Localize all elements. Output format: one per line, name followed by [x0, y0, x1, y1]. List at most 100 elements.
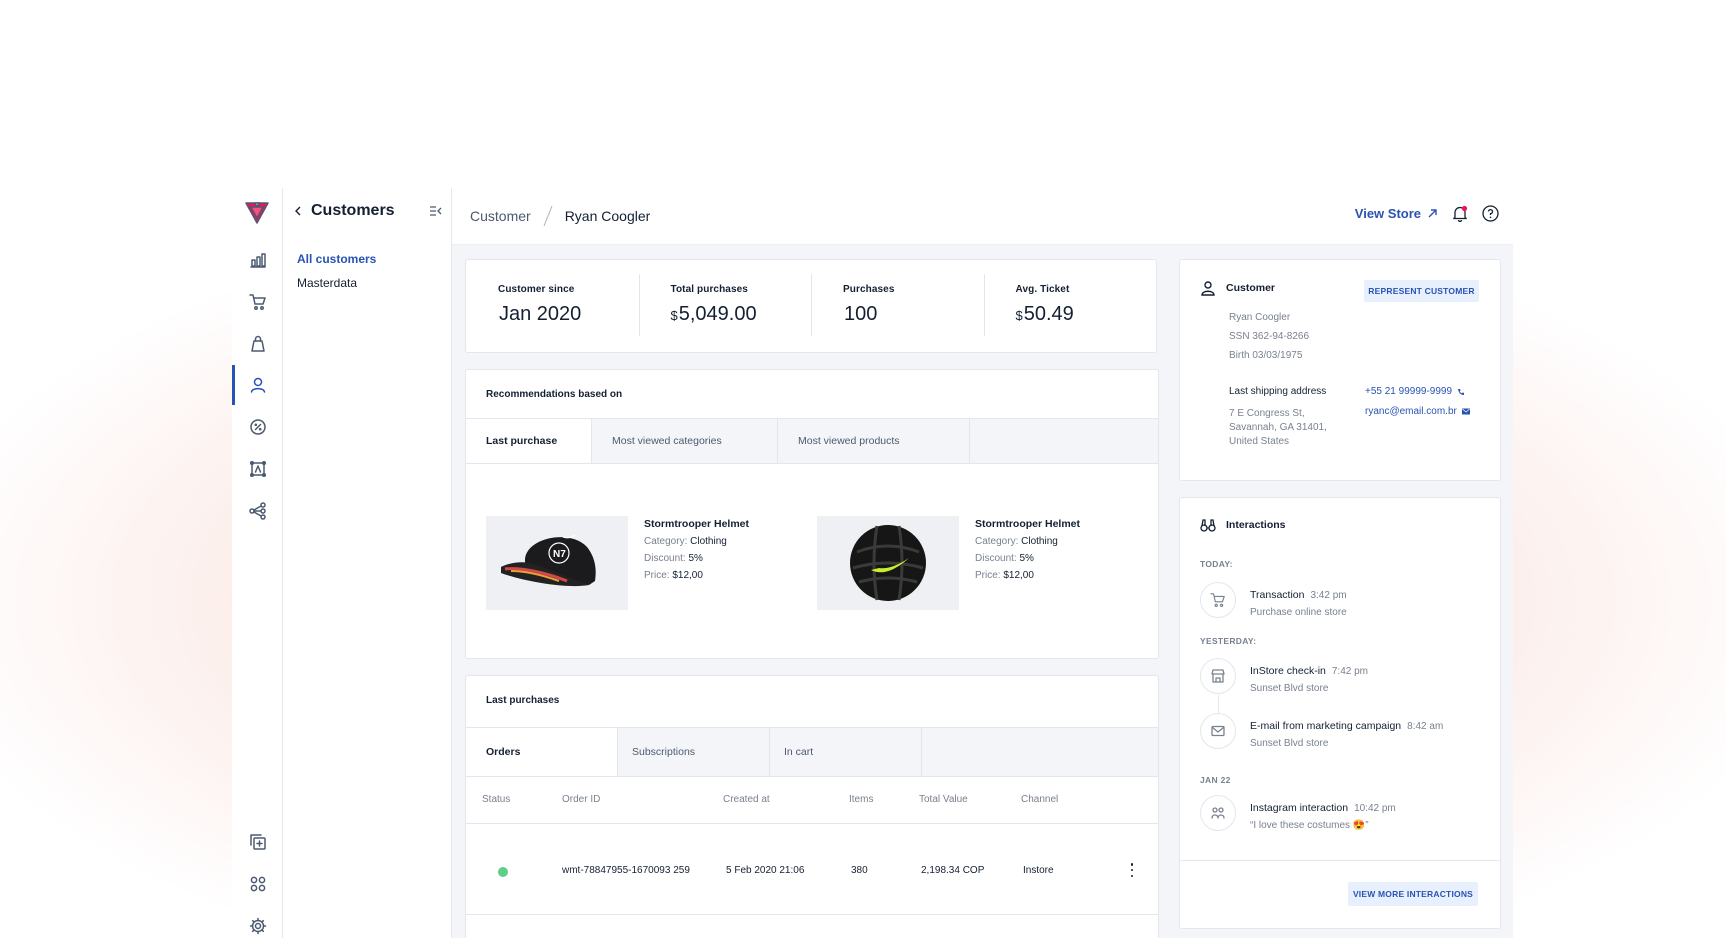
app-window: Customers All customers Masterdata Custo… — [232, 188, 1513, 938]
logo-icon[interactable] — [245, 202, 269, 229]
tab-most-viewed-products[interactable]: Most viewed products — [778, 419, 970, 463]
column-total-value: Total Value — [919, 794, 968, 805]
stat-label: Purchases — [843, 284, 895, 295]
icon-rail — [232, 188, 283, 938]
mail-icon — [1200, 713, 1236, 749]
mail-icon — [1461, 408, 1470, 415]
last-purchases-title: Last purchases — [486, 695, 560, 706]
tab-orders[interactable]: Orders — [466, 728, 618, 776]
product-card[interactable]: Stormtrooper Helmet Category: Clothing D… — [817, 516, 1080, 610]
interaction-subtitle: Sunset Blvd store — [1250, 683, 1329, 694]
order-created-at: 5 Feb 2020 21:06 — [726, 865, 805, 876]
help-icon[interactable] — [1482, 205, 1499, 222]
notification-bell-icon[interactable] — [1452, 205, 1468, 222]
customer-card-header: Customer — [1200, 280, 1275, 296]
product-category: Category: Clothing — [644, 536, 727, 547]
interaction-title: Transaction — [1250, 589, 1305, 601]
column-created-at: Created at — [723, 794, 770, 805]
catalog-icon[interactable] — [232, 449, 283, 489]
shipping-address: 7 E Congress St, Savannah, GA 31401, Uni… — [1229, 408, 1327, 447]
view-store-label: View Store — [1354, 206, 1421, 221]
stat-value: $50.49 — [1015, 303, 1074, 325]
order-id: wmt-78847955-1670093 259 — [562, 865, 690, 876]
interactions-footer — [1180, 860, 1500, 861]
sub-navigation: Customers All customers Masterdata — [283, 188, 452, 938]
column-items: Items — [849, 794, 874, 805]
stat-label: Customer since — [498, 284, 575, 295]
status-indicator — [498, 867, 508, 877]
dashboard-icon[interactable] — [232, 240, 283, 280]
tab-subscriptions[interactable]: Subscriptions — [618, 728, 770, 776]
interaction-item[interactable]: InStore check-in 7:42 pm Sunset Blvd store — [1200, 658, 1368, 694]
customer-phone-link[interactable]: +55 21 99999-9999 — [1365, 386, 1465, 397]
view-store-link[interactable]: View Store — [1355, 206, 1438, 221]
product-discount: Discount: 5% — [975, 553, 1034, 564]
last-purchases-card: Last purchases Orders Subscriptions In c… — [465, 675, 1159, 938]
product-name: Stormtrooper Helmet — [644, 518, 750, 530]
subnav-link-all-customers[interactable]: All customers — [297, 252, 376, 266]
interaction-title: Instagram interaction — [1250, 802, 1349, 814]
tab-most-viewed-categories[interactable]: Most viewed categories — [592, 419, 778, 463]
interaction-item[interactable]: E-mail from marketing campaign 8:42 am Sun… — [1200, 713, 1443, 749]
purchases-tabs: Orders Subscriptions In cart — [466, 727, 1158, 777]
cart-icon[interactable] — [232, 282, 283, 322]
breadcrumb-customer[interactable]: Customer — [470, 208, 531, 224]
customer-email-link[interactable]: ryanc@email.com.br — [1365, 406, 1470, 417]
row-menu-icon[interactable] — [1130, 863, 1134, 877]
interaction-subtitle: “I love these costumes 😍” — [1250, 820, 1369, 831]
interaction-item[interactable]: Transaction 3:42 pm Purchase online store — [1200, 582, 1347, 618]
customer-icon[interactable] — [232, 365, 283, 405]
interactions-title: Interactions — [1226, 519, 1286, 531]
instagram-icon — [1200, 795, 1236, 831]
timeline-line — [1218, 695, 1219, 713]
customer-card: Customer REPRESENT CUSTOMER Ryan Coogler… — [1179, 259, 1501, 481]
binoculars-icon — [1200, 519, 1216, 532]
tab-filler — [922, 728, 1158, 776]
order-total: 2,198.34 COP — [921, 865, 985, 876]
add-app-icon[interactable] — [232, 822, 283, 862]
customer-card-title: Customer — [1226, 282, 1276, 294]
stat-value: 100 — [844, 303, 878, 325]
interactions-header: Interactions — [1200, 518, 1286, 532]
tab-in-cart[interactable]: In cart — [770, 728, 922, 776]
table-row[interactable]: wmt-78847955-1670093 259 5 Feb 2020 21:0… — [466, 825, 1158, 915]
customer-birth: Birth 03/03/1975 — [1229, 350, 1303, 361]
product-info: Stormtrooper Helmet Category: Clothing D… — [644, 516, 749, 610]
collapse-menu-icon[interactable] — [429, 205, 443, 217]
interaction-subtitle: Purchase online store — [1250, 607, 1347, 618]
top-actions: View Store — [1355, 205, 1499, 222]
product-price: Price: $12,00 — [975, 570, 1034, 581]
interaction-title: InStore check-in — [1250, 665, 1326, 677]
settings-icon[interactable] — [232, 906, 283, 938]
product-image-ball — [817, 516, 959, 610]
chevron-left-icon[interactable] — [293, 205, 303, 217]
interaction-time: 8:42 am — [1407, 721, 1444, 732]
interaction-time: 10:42 pm — [1354, 803, 1396, 814]
day-label-yesterday: YESTERDAY: — [1200, 636, 1257, 646]
product-card[interactable]: N7 Stormtrooper Helmet Category: Clothin… — [486, 516, 749, 610]
day-label-jan-22: JAN 22 — [1200, 775, 1231, 785]
apps-icon[interactable] — [232, 864, 283, 904]
represent-customer-button[interactable]: REPRESENT CUSTOMER — [1364, 280, 1479, 302]
interaction-title: E-mail from marketing campaign — [1250, 720, 1402, 732]
connections-icon[interactable] — [232, 491, 283, 531]
interaction-item[interactable]: Instagram interaction 10:42 pm “I love the… — [1200, 795, 1396, 831]
product-image-cap: N7 — [486, 516, 628, 610]
interaction-time: 3:42 pm — [1310, 590, 1347, 601]
stat-label: Avg. Ticket — [1015, 284, 1070, 295]
product-price: Price: $12,00 — [644, 570, 703, 581]
subnav-title: Customers — [311, 202, 395, 219]
tab-last-purchase[interactable]: Last purchase — [466, 419, 592, 463]
order-channel: Instore — [1023, 865, 1054, 876]
day-label-today: TODAY: — [1200, 559, 1233, 569]
subnav-header: Customers — [293, 202, 443, 220]
interaction-time: 7:42 pm — [1331, 666, 1369, 677]
subnav-link-masterdata[interactable]: Masterdata — [297, 276, 357, 290]
recommendations-tabs: Last purchase Most viewed categories Mos… — [466, 418, 1158, 464]
product-category: Category: Clothing — [975, 536, 1058, 547]
order-items: 380 — [851, 865, 868, 876]
stat-label: Total purchases — [670, 284, 748, 295]
view-more-interactions-button[interactable]: VIEW MORE INTERACTIONS — [1348, 882, 1478, 906]
bag-icon[interactable] — [232, 324, 283, 364]
promotion-icon[interactable] — [232, 407, 283, 447]
